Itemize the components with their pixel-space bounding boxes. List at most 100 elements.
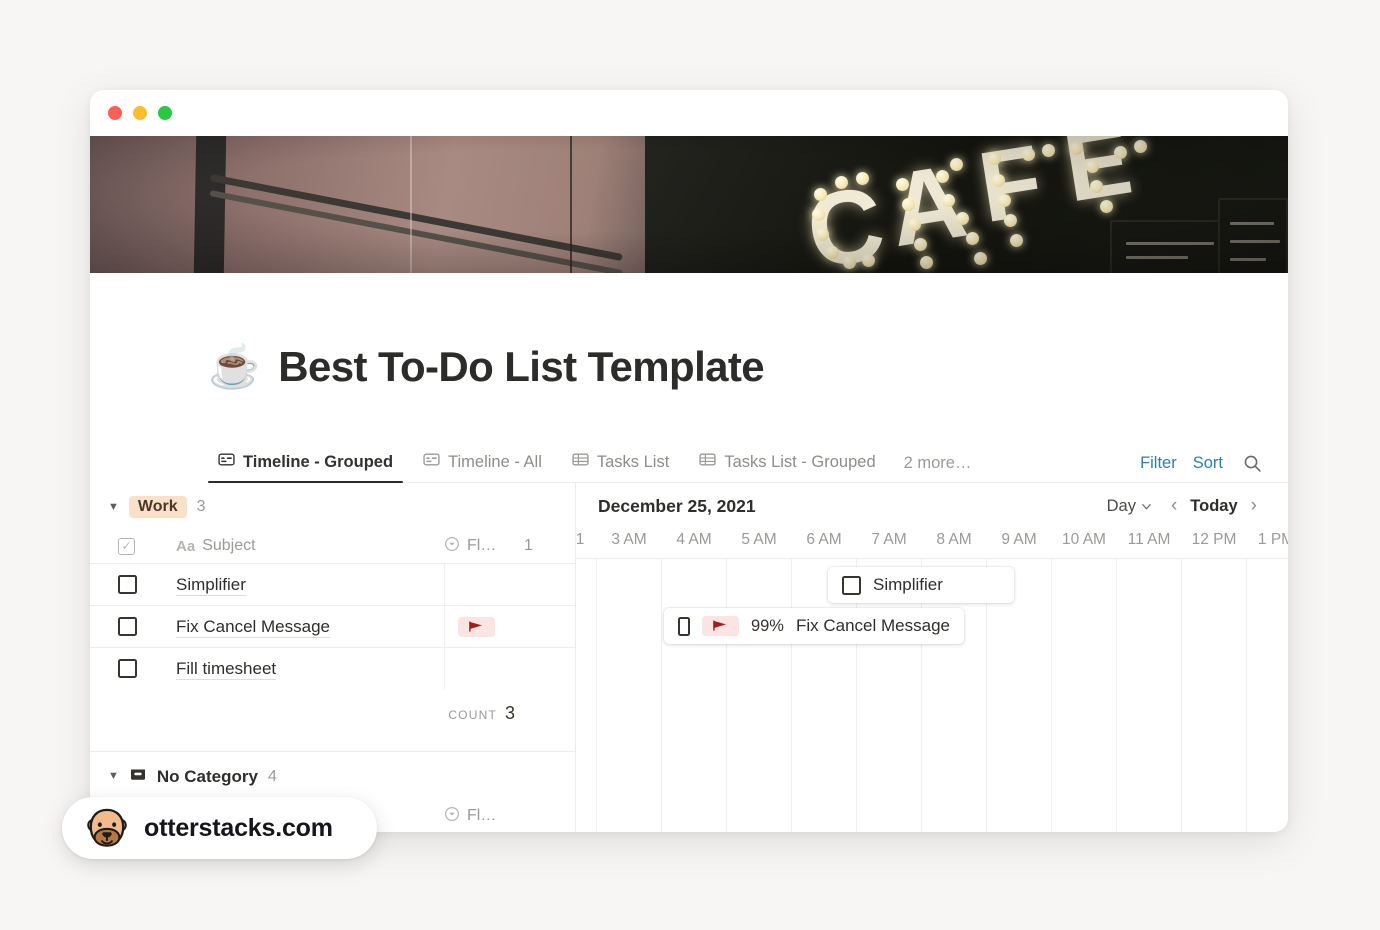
hour-label: 12 PM xyxy=(1191,531,1237,549)
select-icon xyxy=(444,806,460,827)
app-window: C A F E xyxy=(90,90,1288,832)
column-label: Fl… xyxy=(467,537,497,555)
table-icon xyxy=(572,451,589,473)
row-subject[interactable]: Simplifier xyxy=(176,574,444,596)
view-tab-bar: Timeline - Grouped Timeline - All Tasks … xyxy=(208,445,1288,484)
page-emoji-icon[interactable]: ☕ xyxy=(208,346,260,388)
more-views-button[interactable]: 2 more… xyxy=(896,454,982,482)
hour-label: 3 AM xyxy=(611,531,647,549)
search-icon[interactable] xyxy=(1231,454,1268,482)
column-header-percent[interactable]: 1 xyxy=(524,537,564,555)
checkbox-icon: ✓ xyxy=(118,537,135,555)
otter-icon xyxy=(86,807,128,849)
hour-label: 7 AM xyxy=(871,531,907,549)
group-count: 3 xyxy=(196,498,206,516)
timeline-view: ▼ Work 3 ✓ Aa Subject Fl… 1 Simplifier F… xyxy=(90,483,1288,832)
column-label: 1 xyxy=(524,537,533,555)
tab-timeline-all[interactable]: Timeline - All xyxy=(413,451,552,482)
column-label: Subject xyxy=(202,537,256,555)
filter-button[interactable]: Filter xyxy=(1132,454,1185,482)
hour-label: 4 AM xyxy=(676,531,712,549)
row-subject[interactable]: Fill timesheet xyxy=(176,658,444,680)
brand-badge[interactable]: otterstacks.com xyxy=(62,797,377,859)
group-footer-count[interactable]: COUNT 3 xyxy=(90,689,575,751)
row-flag[interactable] xyxy=(444,564,524,606)
timeline-prev-button[interactable]: ‹ xyxy=(1162,493,1186,519)
card-checkbox[interactable] xyxy=(678,616,690,636)
window-titlebar xyxy=(90,90,1288,136)
group-header-no-category[interactable]: ▼ No Category 4 xyxy=(90,752,575,799)
select-icon xyxy=(444,536,460,557)
hour-label: 5 AM xyxy=(741,531,777,549)
timeline-chart-pane[interactable]: December 25, 2021 Day ‹ Today › 1 3 AM 4… xyxy=(576,483,1288,832)
table-row[interactable]: Fix Cancel Message xyxy=(90,605,575,648)
hour-label: 11 AM xyxy=(1127,531,1171,549)
timeline-icon xyxy=(218,451,235,473)
tab-label: Tasks List - Grouped xyxy=(724,452,876,471)
inbox-icon xyxy=(129,765,147,788)
count-value: 3 xyxy=(504,703,515,724)
tab-tasks-list[interactable]: Tasks List xyxy=(562,451,679,482)
card-title: Simplifier xyxy=(873,575,943,595)
table-column-headers: ✓ Aa Subject Fl… xyxy=(90,529,575,563)
card-percent: 99% xyxy=(750,616,784,635)
flag-icon xyxy=(458,616,495,637)
row-checkbox[interactable] xyxy=(118,659,176,679)
zoom-level-label: Day xyxy=(1106,496,1136,515)
page-cover-image: C A F E xyxy=(90,136,1288,273)
timeline-today-button[interactable]: Today xyxy=(1188,495,1239,518)
timeline-controls: Day ‹ Today › xyxy=(1099,493,1266,520)
brand-name: otterstacks.com xyxy=(144,813,333,842)
minimize-button[interactable] xyxy=(133,106,147,120)
column-header-flag[interactable]: Fl… xyxy=(444,806,524,827)
page-header: ☕ Best To-Do List Template xyxy=(90,273,1288,419)
sort-button[interactable]: Sort xyxy=(1185,454,1231,482)
row-flag[interactable] xyxy=(444,606,524,648)
row-checkbox[interactable] xyxy=(118,617,176,637)
tab-timeline-grouped[interactable]: Timeline - Grouped xyxy=(208,451,404,484)
row-checkbox[interactable] xyxy=(118,575,176,595)
close-button[interactable] xyxy=(108,106,122,120)
column-header-checkbox[interactable]: ✓ xyxy=(118,537,176,555)
chevron-down-icon[interactable]: ▼ xyxy=(108,771,119,782)
group-tag-label: Work xyxy=(128,496,187,519)
hour-label: 8 AM xyxy=(936,531,972,549)
maximize-button[interactable] xyxy=(158,106,172,120)
timeline-icon xyxy=(423,451,440,473)
hour-label: 1 xyxy=(576,531,585,549)
flag-icon xyxy=(701,616,739,637)
timeline-zoom-select[interactable]: Day xyxy=(1099,493,1160,520)
row-flag[interactable] xyxy=(444,648,524,690)
table-row[interactable]: Fill timesheet xyxy=(90,647,575,690)
hour-label: 9 AM xyxy=(1001,531,1037,549)
card-checkbox[interactable] xyxy=(842,575,861,595)
tab-label: Timeline - Grouped xyxy=(243,452,394,471)
hour-label: 10 AM xyxy=(1062,531,1106,549)
timeline-gridlines: Simplifier 99% Fix Cancel Message xyxy=(576,559,1288,832)
cover-vignette xyxy=(90,136,1288,273)
timeline-header: December 25, 2021 Day ‹ Today › xyxy=(576,483,1288,529)
tab-label: Tasks List xyxy=(596,452,670,471)
chevron-down-icon[interactable]: ▼ xyxy=(108,501,119,513)
row-subject[interactable]: Fix Cancel Message xyxy=(176,616,444,638)
column-label: Fl… xyxy=(467,807,497,825)
page-body: ☕ Best To-Do List Template Timeline - Gr… xyxy=(90,273,1288,832)
hour-label: 1 PM xyxy=(1257,531,1288,549)
timeline-card-fix-cancel-message[interactable]: 99% Fix Cancel Message xyxy=(664,608,964,645)
timeline-hour-ruler: 1 3 AM 4 AM 5 AM 6 AM 7 AM 8 AM 9 AM 10 … xyxy=(576,529,1288,560)
timeline-next-button[interactable]: › xyxy=(1242,493,1266,519)
group-count: 4 xyxy=(267,767,277,785)
page-title: Best To-Do List Template xyxy=(278,343,765,391)
tab-tasks-list-grouped[interactable]: Tasks List - Grouped xyxy=(689,451,885,482)
count-label: COUNT xyxy=(448,708,497,723)
card-title: Fix Cancel Message xyxy=(795,616,950,636)
column-header-subject[interactable]: Aa Subject xyxy=(176,537,444,555)
column-header-flag[interactable]: Fl… xyxy=(444,536,524,557)
hour-label: 6 AM xyxy=(806,531,842,549)
group-header-work[interactable]: ▼ Work 3 xyxy=(90,483,575,529)
table-row[interactable]: Simplifier xyxy=(90,563,575,606)
tab-label: Timeline - All xyxy=(448,452,542,471)
timeline-card-simplifier[interactable]: Simplifier xyxy=(828,567,1014,604)
timeline-table-pane: ▼ Work 3 ✓ Aa Subject Fl… 1 Simplifier F… xyxy=(90,483,576,832)
chevron-down-icon xyxy=(1142,503,1151,510)
